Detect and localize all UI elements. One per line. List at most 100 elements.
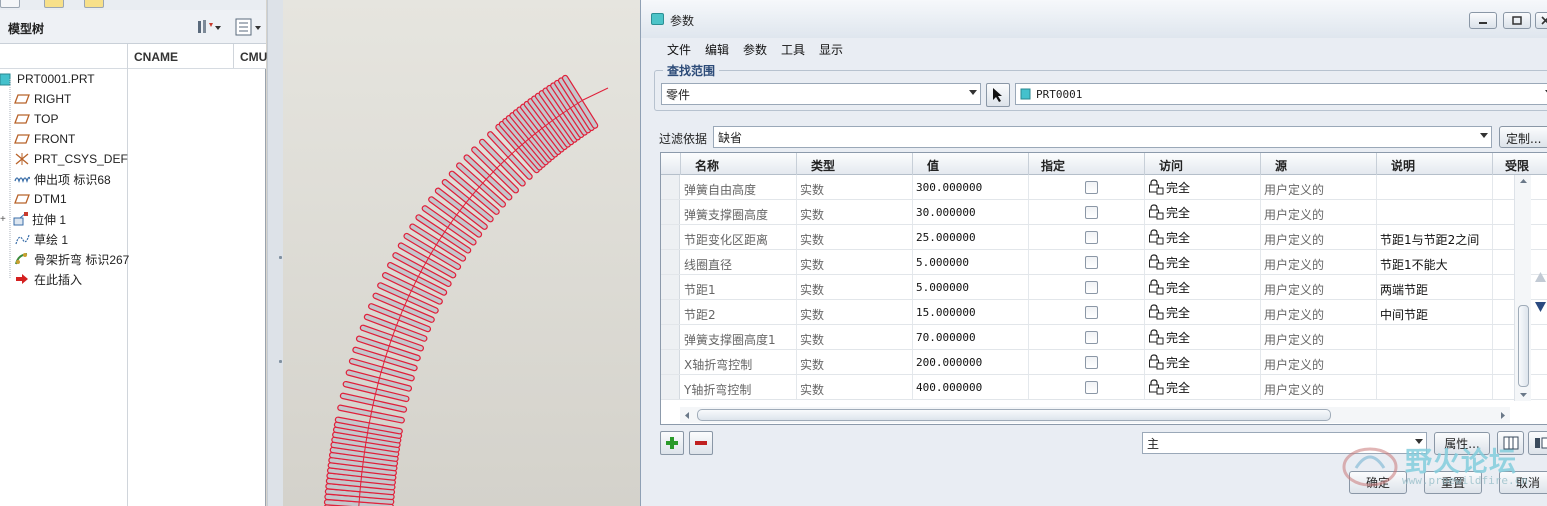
cell-source[interactable]: 用户定义的 <box>1261 275 1377 299</box>
tree-item-right[interactable]: RIGHT <box>14 89 71 109</box>
row-header[interactable] <box>661 225 680 249</box>
move-row-arrows[interactable] <box>1533 270 1547 316</box>
cell-name[interactable]: 节距变化区距离 <box>681 225 797 249</box>
add-parameter-button[interactable] <box>660 431 684 455</box>
cell-description[interactable] <box>1377 175 1493 199</box>
cell-designate[interactable] <box>1029 175 1145 199</box>
column-header-restricted[interactable]: 受限 <box>1493 153 1547 175</box>
row-header[interactable] <box>661 250 680 274</box>
row-header[interactable] <box>661 350 680 374</box>
table-row[interactable]: 弹簧支撑圈高度1 实数 70.000000 完全 用户定义的 <box>661 325 1547 350</box>
cell-source[interactable]: 用户定义的 <box>1261 200 1377 224</box>
main-combo[interactable]: 主 <box>1142 432 1427 454</box>
cell-value[interactable]: 400.000000 <box>913 375 1029 399</box>
dialog-titlebar[interactable]: 参数 <box>641 0 1547 38</box>
cell-name[interactable]: 节距1 <box>681 275 797 299</box>
panel-splitter[interactable] <box>267 0 283 506</box>
cell-description[interactable] <box>1377 350 1493 374</box>
designate-checkbox[interactable] <box>1085 331 1098 344</box>
scope-type-select[interactable]: 零件 <box>661 83 981 105</box>
designate-checkbox[interactable] <box>1085 381 1098 394</box>
cell-value[interactable]: 5.000000 <box>913 250 1029 274</box>
cell-designate[interactable] <box>1029 350 1145 374</box>
table-row[interactable]: 节距2 实数 15.000000 完全 用户定义的 中间节距 <box>661 300 1547 325</box>
tree-item-front[interactable]: FRONT <box>14 129 75 149</box>
reset-button[interactable]: 重置 <box>1424 471 1482 494</box>
cell-type[interactable]: 实数 <box>797 375 913 399</box>
cell-name[interactable]: X轴折弯控制 <box>681 350 797 374</box>
tree-item-csys[interactable]: PRT_CSYS_DEF <box>14 149 128 169</box>
column-cmu[interactable]: CMU <box>240 50 267 64</box>
cell-type[interactable]: 实数 <box>797 275 913 299</box>
table-restore-button[interactable] <box>1528 431 1547 455</box>
tree-show-button[interactable] <box>235 18 263 36</box>
cell-description[interactable]: 中间节距 <box>1377 300 1493 324</box>
folder-tab-icon[interactable] <box>44 0 64 8</box>
cell-type[interactable]: 实数 <box>797 300 913 324</box>
table-row[interactable]: Y轴折弯控制 实数 400.000000 完全 用户定义的 <box>661 375 1547 400</box>
cell-source[interactable]: 用户定义的 <box>1261 375 1377 399</box>
cell-value[interactable]: 200.000000 <box>913 350 1029 374</box>
tree-tab-icon[interactable] <box>0 0 20 8</box>
cell-description[interactable]: 两端节距 <box>1377 275 1493 299</box>
column-header-designate[interactable]: 指定 <box>1029 153 1145 175</box>
horizontal-scrollbar[interactable] <box>680 407 1510 423</box>
menu-edit[interactable]: 编辑 <box>705 41 729 58</box>
select-object-button[interactable] <box>986 83 1010 107</box>
tree-item-dtm1[interactable]: DTM1 <box>14 189 67 209</box>
column-header-value[interactable]: 值 <box>913 153 1029 175</box>
cell-name[interactable]: Y轴折弯控制 <box>681 375 797 399</box>
scroll-down-icon[interactable] <box>1519 392 1528 398</box>
designate-checkbox[interactable] <box>1085 206 1098 219</box>
column-header-description[interactable]: 说明 <box>1377 153 1493 175</box>
designate-checkbox[interactable] <box>1085 356 1098 369</box>
cell-designate[interactable] <box>1029 375 1145 399</box>
menu-display[interactable]: 显示 <box>819 41 843 58</box>
cell-source[interactable]: 用户定义的 <box>1261 225 1377 249</box>
table-row[interactable]: 弹簧自由高度 实数 300.000000 完全 用户定义的 <box>661 175 1547 200</box>
cell-access[interactable]: 完全 <box>1145 225 1261 249</box>
cell-source[interactable]: 用户定义的 <box>1261 300 1377 324</box>
menu-tools[interactable]: 工具 <box>781 41 805 58</box>
cell-name[interactable]: 弹簧支撑圈高度 <box>681 200 797 224</box>
tree-item-insert-here[interactable]: 在此插入 <box>14 269 82 289</box>
favorites-tab-icon[interactable] <box>84 0 104 8</box>
column-header-source[interactable]: 源 <box>1261 153 1377 175</box>
cell-access[interactable]: 完全 <box>1145 300 1261 324</box>
table-row[interactable]: 节距变化区距离 实数 25.000000 完全 用户定义的 节距1与节距2之间 <box>661 225 1547 250</box>
designate-checkbox[interactable] <box>1085 306 1098 319</box>
tree-item-top[interactable]: TOP <box>14 109 58 129</box>
cell-name[interactable]: 线圈直径 <box>681 250 797 274</box>
column-header-type[interactable]: 类型 <box>797 153 913 175</box>
cell-type[interactable]: 实数 <box>797 250 913 274</box>
designate-checkbox[interactable] <box>1085 256 1098 269</box>
filter-select[interactable]: 缺省 <box>713 126 1492 148</box>
table-columns-button[interactable] <box>1497 431 1524 455</box>
cell-designate[interactable] <box>1029 250 1145 274</box>
row-header[interactable] <box>661 200 680 224</box>
cell-access[interactable]: 完全 <box>1145 250 1261 274</box>
cell-access[interactable]: 完全 <box>1145 375 1261 399</box>
properties-button[interactable]: 属性... <box>1434 432 1490 455</box>
cell-access[interactable]: 完全 <box>1145 325 1261 349</box>
remove-parameter-button[interactable] <box>689 431 713 455</box>
cell-source[interactable]: 用户定义的 <box>1261 325 1377 349</box>
cell-name[interactable]: 弹簧自由高度 <box>681 175 797 199</box>
cell-designate[interactable] <box>1029 300 1145 324</box>
designate-checkbox[interactable] <box>1085 181 1098 194</box>
cell-value[interactable]: 30.000000 <box>913 200 1029 224</box>
menu-file[interactable]: 文件 <box>667 41 691 58</box>
cell-type[interactable]: 实数 <box>797 325 913 349</box>
graphics-viewport[interactable] <box>283 0 640 506</box>
row-header[interactable] <box>661 275 680 299</box>
tree-item-protrusion[interactable]: 伸出项 标识68 <box>14 169 111 189</box>
customize-button[interactable]: 定制... <box>1499 126 1547 148</box>
vertical-scrollbar[interactable] <box>1514 175 1531 401</box>
cell-access[interactable]: 完全 <box>1145 350 1261 374</box>
scroll-left-icon[interactable] <box>684 411 690 420</box>
designate-checkbox[interactable] <box>1085 231 1098 244</box>
cell-source[interactable]: 用户定义的 <box>1261 175 1377 199</box>
cell-name[interactable]: 弹簧支撑圈高度1 <box>681 325 797 349</box>
row-header[interactable] <box>661 175 680 199</box>
cell-description[interactable] <box>1377 325 1493 349</box>
